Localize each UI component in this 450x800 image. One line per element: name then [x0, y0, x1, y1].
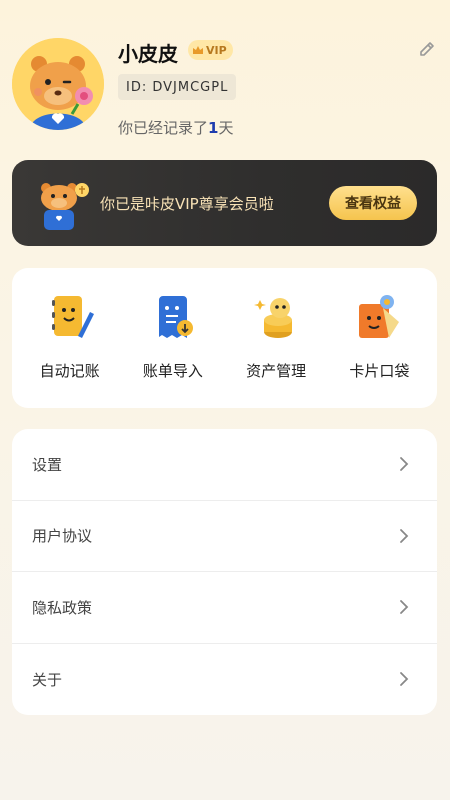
vip-banner[interactable]: 你已是咔皮VIP尊享会员啦 查看权益 [12, 160, 437, 246]
avatar[interactable] [12, 38, 104, 130]
chevron-right-icon [400, 672, 409, 687]
menu-item-label: 隐私政策 [32, 598, 93, 617]
vip-banner-text: 你已是咔皮VIP尊享会员啦 [100, 195, 274, 213]
menu-item-label: 关于 [32, 670, 63, 689]
card-pocket-icon [359, 295, 400, 338]
settings-menu: 设置 用户协议 隐私政策 关于 [12, 429, 437, 715]
user-id-chip[interactable]: ID: DVJMCGPL [118, 74, 237, 100]
shortcut-auto-bookkeeping[interactable]: 自动记账 [22, 268, 118, 408]
edit-icon[interactable] [416, 38, 438, 60]
auto-bookkeeping-icon [51, 296, 94, 338]
bear-mascot-icon [12, 38, 104, 130]
shortcuts-panel: 自动记账 账单导入 资产管理 卡片口袋 [12, 268, 437, 408]
asset-management-icon [254, 298, 293, 338]
username: 小皮皮 [118, 42, 178, 66]
menu-item-label: 设置 [32, 455, 63, 474]
shortcut-bill-import[interactable]: 账单导入 [125, 268, 221, 408]
bill-import-icon [158, 296, 193, 338]
shortcut-card-pocket[interactable]: 卡片口袋 [331, 268, 427, 408]
vip-mascot-icon [41, 183, 89, 230]
profile-header: 小皮皮 VIP ID: DVJMCGPL 你已经记录了1天 [12, 38, 438, 138]
record-days-count: 1 [208, 119, 219, 137]
shortcut-asset-management[interactable]: 资产管理 [228, 268, 324, 408]
record-prefix: 你已经记录了 [118, 119, 209, 137]
record-days-text: 你已经记录了1天 [118, 117, 233, 138]
shortcut-label: 卡片口袋 [349, 362, 410, 380]
vip-badge: VIP [188, 40, 233, 60]
menu-item-user-agreement[interactable]: 用户协议 [12, 501, 437, 572]
crown-icon [193, 46, 203, 54]
chevron-right-icon [400, 457, 409, 472]
shortcut-label: 自动记账 [39, 362, 100, 380]
shortcut-label: 账单导入 [142, 362, 203, 380]
chevron-right-icon [400, 528, 409, 543]
menu-item-privacy-policy[interactable]: 隐私政策 [12, 572, 437, 644]
view-benefits-button[interactable]: 查看权益 [329, 186, 417, 220]
record-suffix: 天 [218, 119, 234, 137]
chevron-right-icon [400, 600, 409, 615]
menu-item-label: 用户协议 [32, 527, 93, 546]
vip-badge-label: VIP [206, 43, 227, 57]
shortcut-label: 资产管理 [246, 362, 307, 380]
menu-item-about[interactable]: 关于 [12, 644, 437, 716]
menu-item-settings[interactable]: 设置 [12, 429, 437, 501]
